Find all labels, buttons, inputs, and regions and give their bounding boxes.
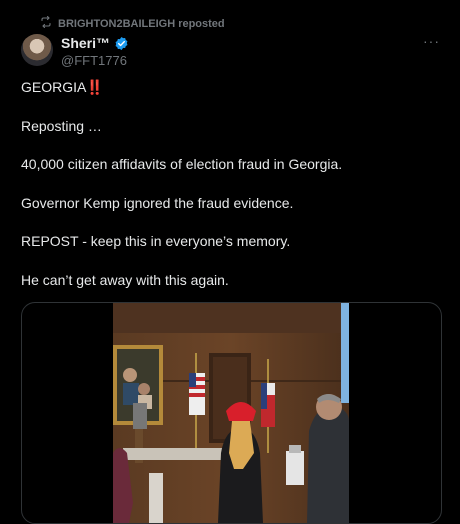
tweet-line-2: Reposting … bbox=[21, 117, 102, 134]
author-name-row: Sheri™ bbox=[61, 35, 129, 51]
avatar[interactable] bbox=[21, 34, 53, 66]
double-exclamation-emoji: ‼️ bbox=[86, 79, 103, 95]
verified-badge-icon bbox=[114, 36, 129, 51]
tweet-line-5: REPOST - keep this in everyone’s memory. bbox=[21, 233, 291, 250]
more-options-icon[interactable]: ··· bbox=[423, 33, 440, 49]
tweet-text: GEORGIA‼️ Reposting … 40,000 citizen aff… bbox=[21, 78, 441, 310]
tweet-line: GEORGIA‼️ bbox=[21, 78, 441, 97]
repost-icon bbox=[40, 15, 52, 31]
tweet-line-4: Governor Kemp ignored the fraud evidence… bbox=[21, 194, 294, 211]
video-media-card[interactable] bbox=[21, 302, 442, 524]
author-display-name[interactable]: Sheri™ bbox=[61, 35, 110, 51]
tweet-line-3: 40,000 citizen affidavits of election fr… bbox=[21, 156, 343, 173]
repost-header[interactable]: BRIGHTON2BAILEIGH reposted bbox=[40, 15, 225, 31]
tweet-line-1: GEORGIA bbox=[21, 79, 87, 95]
video-thumbnail[interactable] bbox=[113, 303, 349, 523]
tweet-line-6: He can’t get away with this again. bbox=[21, 271, 229, 288]
repost-label[interactable]: BRIGHTON2BAILEIGH reposted bbox=[58, 18, 225, 30]
author-handle[interactable]: @FFT1776 bbox=[61, 53, 127, 68]
